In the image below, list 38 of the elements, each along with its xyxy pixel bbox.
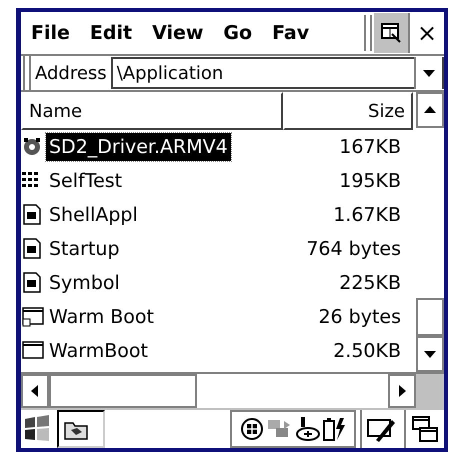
shortcut-icon — [21, 305, 45, 329]
window-icon — [380, 22, 402, 44]
file-name[interactable]: Warm Boot — [46, 303, 157, 331]
file-size: 26 bytes — [317, 304, 402, 330]
file-name[interactable]: ShellAppl — [46, 201, 141, 229]
address-field[interactable]: \Application — [110, 57, 444, 89]
battery-icon[interactable] — [322, 416, 346, 442]
scroll-thumb[interactable] — [416, 298, 444, 336]
file-name[interactable]: Startup — [46, 235, 123, 263]
scroll-thumb[interactable] — [49, 374, 197, 408]
toolbar-grip[interactable] — [23, 55, 31, 91]
toolbar-button[interactable] — [374, 13, 408, 53]
file-name[interactable]: Symbol — [46, 269, 123, 297]
address-label: Address — [34, 62, 108, 86]
taskbar-button[interactable] — [57, 410, 105, 448]
menu-item[interactable]: Edit — [80, 24, 142, 42]
scroll-left-button[interactable] — [21, 374, 49, 408]
column-header[interactable]: Name — [21, 92, 283, 130]
file-size: 167KB — [338, 134, 402, 160]
file-name[interactable]: WarmBoot — [46, 337, 151, 365]
dropdown-button[interactable] — [414, 57, 442, 89]
file-size: 2.50KB — [332, 338, 402, 364]
scroll-down-button[interactable] — [416, 336, 444, 372]
file-size: 764 bytes — [305, 236, 402, 262]
menu-item[interactable]: View — [142, 24, 214, 42]
scroll-right-button[interactable] — [388, 374, 416, 408]
file-size: 1.67KB — [332, 202, 402, 228]
scroll-up-button[interactable] — [416, 92, 444, 128]
file-size: 195KB — [338, 168, 402, 194]
toolbar-grip[interactable] — [364, 15, 372, 51]
file-name[interactable]: SelfTest — [46, 167, 126, 195]
file-size: 225KB — [338, 270, 402, 296]
menu-item[interactable]: File — [21, 24, 80, 42]
menu-item[interactable]: Go — [213, 24, 262, 42]
column-header[interactable]: Size — [283, 92, 413, 130]
menu-item[interactable]: Fav — [262, 24, 320, 42]
file-name[interactable]: SD2_Driver.ARMV4 — [46, 133, 231, 161]
windows-icon — [411, 415, 439, 443]
